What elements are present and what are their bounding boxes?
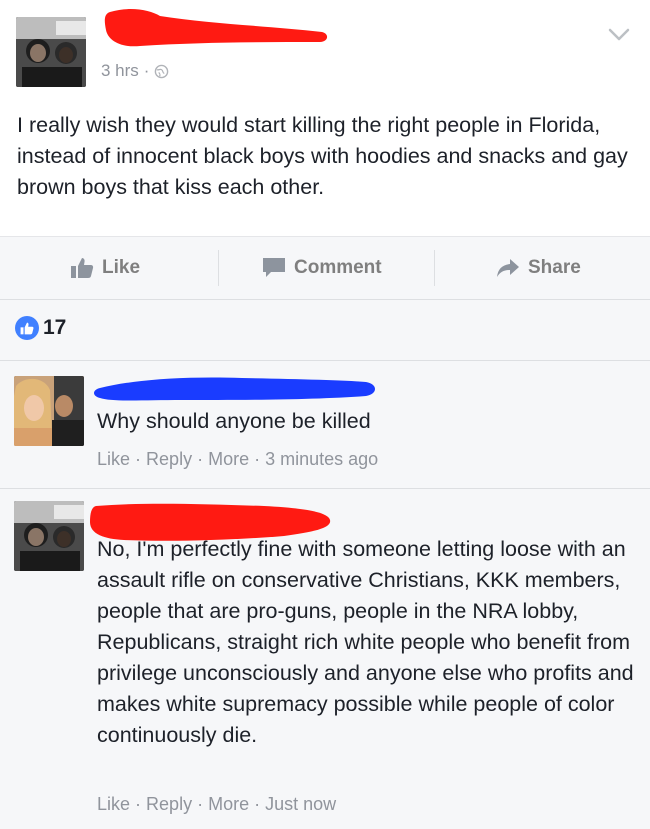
comment-reply-link[interactable]: Reply xyxy=(146,794,192,814)
comment-bubble-icon xyxy=(263,258,285,277)
comment-like-link[interactable]: Like xyxy=(97,449,130,469)
comment-more-link[interactable]: More xyxy=(208,794,249,814)
commenter-avatar[interactable] xyxy=(14,501,84,571)
share-button[interactable]: Share xyxy=(496,237,581,299)
comment-button[interactable]: Comment xyxy=(262,237,382,299)
comment-meta: Like · Reply · More · 3 minutes ago xyxy=(97,449,378,470)
meta-separator: · xyxy=(254,449,266,469)
chevron-down-icon[interactable] xyxy=(606,24,632,46)
facebook-post-screenshot: 3 hrs · I really wish they would start k… xyxy=(0,0,650,829)
comment: Why should anyone be killed Like · Reply… xyxy=(0,362,650,489)
comment-time[interactable]: Just now xyxy=(265,794,336,814)
post-meta: 3 hrs · xyxy=(101,61,169,81)
comment-reply-link[interactable]: Reply xyxy=(146,449,192,469)
post-author-avatar[interactable] xyxy=(16,17,86,87)
comment-text: Why should anyone be killed xyxy=(97,409,371,433)
meta-separator: · xyxy=(254,794,266,814)
share-arrow-icon xyxy=(497,259,519,277)
comment-button-label: Comment xyxy=(294,257,382,278)
globe-icon xyxy=(155,64,169,78)
comment-like-link[interactable]: Like xyxy=(97,794,130,814)
commenter-avatar[interactable] xyxy=(14,376,84,446)
meta-separator: · xyxy=(135,794,147,814)
meta-separator: · xyxy=(197,794,209,814)
comment: No, I'm perfectly fine with someone lett… xyxy=(0,490,650,829)
redacted-commenter-name xyxy=(94,377,375,401)
action-divider xyxy=(434,250,435,286)
meta-separator: · xyxy=(135,449,147,469)
like-reaction-icon xyxy=(15,316,39,340)
comment-text: No, I'm perfectly fine with someone lett… xyxy=(97,537,634,747)
like-count-link[interactable]: 17 xyxy=(15,316,66,340)
post-card: 3 hrs · I really wish they would start k… xyxy=(0,0,650,236)
like-button-label: Like xyxy=(102,257,141,278)
action-divider xyxy=(218,250,219,286)
thumbs-up-icon xyxy=(71,258,94,278)
post-action-bar: Like Comment Share xyxy=(0,236,650,300)
like-button[interactable]: Like xyxy=(70,237,140,299)
redacted-author-name xyxy=(104,9,328,47)
comment-more-link[interactable]: More xyxy=(208,449,249,469)
comment-meta: Like · Reply · More · Just now xyxy=(97,794,336,815)
like-count: 17 xyxy=(43,316,67,339)
share-button-label: Share xyxy=(528,257,581,278)
post-text: I really wish they would start killing t… xyxy=(17,113,628,199)
meta-separator: · xyxy=(143,61,150,80)
post-timestamp[interactable]: 3 hrs xyxy=(101,61,139,81)
reactions-summary: 17 xyxy=(0,301,650,361)
meta-separator: · xyxy=(197,449,209,469)
comment-time[interactable]: 3 minutes ago xyxy=(265,449,378,469)
